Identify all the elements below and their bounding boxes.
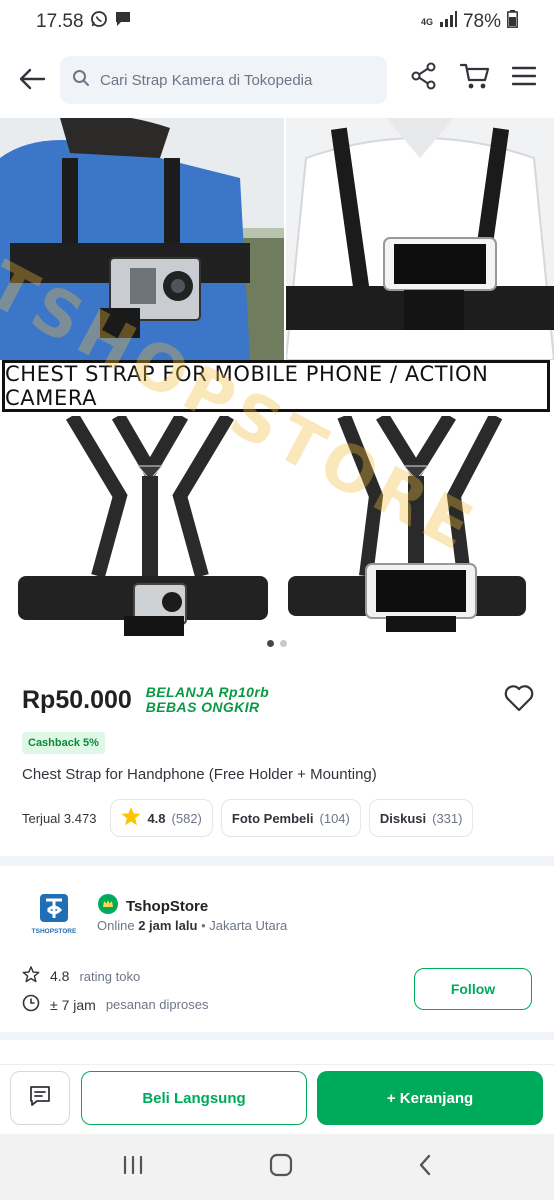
shop-logo-text: TSHOPSTORE (31, 928, 77, 935)
shop-location: • Jakarta Utara (201, 918, 288, 933)
online-time: 2 jam lalu (138, 918, 198, 933)
shop-online-status: Online 2 jam lalu • Jakarta Utara (97, 918, 287, 933)
process-label: pesanan diproses (105, 997, 209, 1012)
chat-button[interactable] (10, 1071, 70, 1125)
back-arrow-icon (18, 67, 46, 96)
shop-process-row: ± 7 jam pesanan diproses (22, 994, 208, 1015)
nav-back-icon[interactable] (418, 1154, 432, 1181)
shop-rating-label: rating toko (79, 968, 141, 984)
gallery-dot[interactable] (280, 640, 287, 647)
product-image-gallery[interactable]: CHEST STRAP FOR MOBILE PHONE / ACTION CA… (0, 118, 554, 638)
network-label: 4G (420, 17, 433, 27)
follow-button[interactable]: Follow (414, 968, 532, 1010)
bottom-action-bar: Beli Langsung + Keranjang (0, 1064, 554, 1135)
whatsapp-icon (90, 10, 108, 34)
product-title: Chest Strap for Handphone (Free Holder +… (22, 766, 377, 783)
battery-percent: 78% (462, 11, 501, 32)
section-divider (0, 856, 554, 866)
discussion-chip[interactable]: Diskusi (331) (368, 799, 474, 837)
menu-icon[interactable] (511, 65, 537, 92)
search-icon (72, 69, 90, 92)
shop-rating-value: 4.8 (50, 968, 70, 984)
chat-icon (29, 1085, 51, 1112)
discussion-count: (331) (432, 810, 463, 826)
star-icon (121, 807, 141, 829)
promo-line-2: BEBAS ONGKIR (145, 699, 260, 715)
cart-icon[interactable] (459, 62, 490, 95)
back-button[interactable] (2, 51, 62, 111)
top-app-bar (0, 44, 554, 118)
sold-count: Terjual 3.473 (22, 810, 97, 826)
process-time: ± 7 jam (50, 996, 96, 1013)
clock-icon (22, 994, 40, 1015)
status-time: 17.58 (36, 11, 84, 32)
shop-name-row[interactable]: TshopStore (98, 894, 208, 918)
discussion-label: Diskusi (379, 810, 427, 826)
shop-logo[interactable]: TSHOPSTORE (26, 892, 82, 942)
buyer-photos-label: Foto Pembeli (231, 810, 314, 826)
gallery-pagination (0, 640, 554, 647)
wishlist-heart-icon[interactable] (504, 684, 534, 717)
cashback-badge: Cashback 5% (22, 732, 105, 754)
rating-count: (582) (171, 810, 202, 826)
product-price: Rp50.000 (22, 685, 132, 714)
add-to-cart-button[interactable]: + Keranjang (317, 1071, 543, 1125)
home-icon[interactable] (269, 1153, 293, 1182)
buyer-photos-chip[interactable]: Foto Pembeli (104) (220, 799, 361, 837)
price-row: Rp50.000 BELANJA Rp10rb BEBAS ONGKIR (22, 680, 534, 720)
recent-apps-icon[interactable] (122, 1155, 144, 1180)
buyer-photos-count: (104) (319, 810, 350, 826)
signal-icon (439, 11, 457, 33)
shop-rating-row: 4.8 rating toko (22, 966, 140, 986)
status-bar: 17.58 4G 78% (0, 0, 554, 44)
message-icon (114, 10, 132, 34)
product-stats: Terjual 3.473 4.8 (582) Foto Pembeli (10… (22, 799, 474, 837)
official-badge-icon (98, 894, 118, 918)
rating-value: 4.8 (147, 810, 166, 826)
promo-line-1: BELANJA Rp10rb (145, 684, 270, 700)
buy-now-button[interactable]: Beli Langsung (81, 1071, 307, 1125)
free-shipping-promo: BELANJA Rp10rb BEBAS ONGKIR (146, 685, 269, 715)
gallery-dot-active[interactable] (267, 640, 274, 647)
star-outline-icon (22, 966, 40, 986)
online-prefix: Online (97, 918, 135, 933)
search-input[interactable] (98, 70, 372, 90)
section-divider (0, 1032, 554, 1040)
rating-chip[interactable]: 4.8 (582) (110, 799, 213, 837)
shop-name: TshopStore (126, 897, 209, 915)
share-icon[interactable] (410, 62, 438, 95)
product-photo-mobile-phone (286, 118, 554, 360)
search-bar[interactable] (60, 56, 387, 104)
battery-icon (507, 10, 518, 34)
system-navigation-bar (0, 1134, 554, 1200)
shop-info-section: TSHOPSTORE TshopStore Online 2 jam lalu … (0, 866, 554, 1030)
